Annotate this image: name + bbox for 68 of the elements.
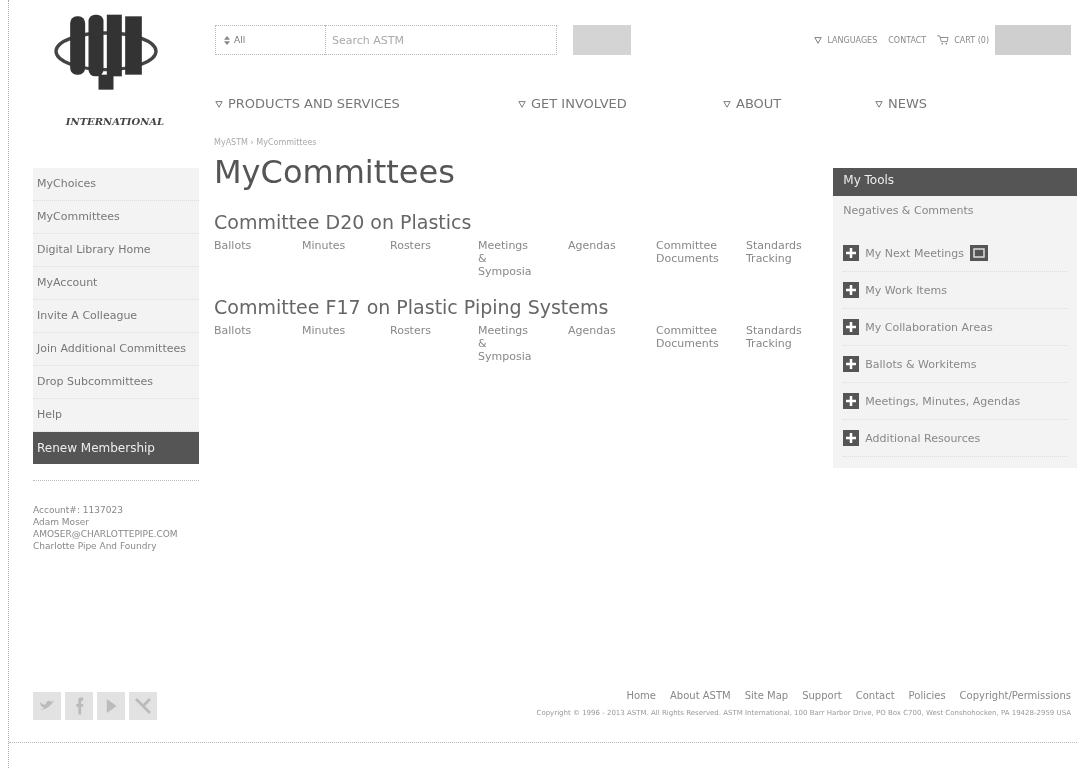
footer-link[interactable]: Site Map	[744, 690, 789, 701]
plus-icon[interactable]	[843, 393, 860, 409]
utility-link[interactable]: LANGUAGES	[827, 35, 878, 45]
tool-link[interactable]: Meetings, Minutes, Agendas	[865, 394, 1021, 408]
search-field[interactable]: Search ASTM	[325, 25, 557, 55]
utility-link[interactable]: CART (0)	[954, 35, 989, 45]
account-text: AMOSER@CHARLOTTEPIPE.COM	[33, 528, 179, 540]
committee-link[interactable]: Ballots	[214, 239, 302, 278]
committee-link[interactable]: Ballots	[214, 324, 302, 363]
sidebar-item[interactable]: Digital Library Home	[33, 234, 199, 267]
committee-link[interactable]: Agendas	[568, 324, 656, 363]
committee-link[interactable]: Minutes	[302, 239, 390, 278]
tool-link[interactable]: Negatives & Comments	[843, 204, 1067, 217]
caret-icon	[723, 99, 731, 108]
caret-icon	[215, 99, 223, 108]
renew-button[interactable]: Renew Membership	[33, 432, 199, 464]
page-title: MyCommittees	[214, 153, 456, 191]
tool-link[interactable]: Ballots & Workitems	[865, 357, 977, 371]
plus-icon[interactable]	[843, 430, 860, 446]
committee-title: Committee D20 on Plastics	[214, 211, 473, 233]
footer-link[interactable]: Home	[626, 690, 656, 701]
committee-link[interactable]: Minutes	[302, 324, 390, 363]
nav-link[interactable]: NEWS	[888, 96, 928, 111]
sort-arrows-icon	[224, 35, 230, 45]
committee-link[interactable]: Agendas	[568, 239, 656, 278]
plus-icon[interactable]	[843, 245, 860, 261]
sidebar-item[interactable]: MyCommittees	[33, 201, 199, 234]
sidebar-item[interactable]: MyAccount	[33, 267, 199, 300]
tool-link[interactable]: My Next Meetings	[865, 246, 964, 260]
account-text: Charlotte Pipe And Foundry	[33, 540, 158, 552]
caret-icon	[814, 36, 823, 44]
sidebar-item[interactable]: Invite A Colleague	[33, 300, 199, 333]
nav-link[interactable]: ABOUT	[736, 96, 782, 111]
cart-icon	[937, 35, 950, 45]
caret-icon	[875, 99, 883, 108]
sidebar-item[interactable]: Drop Subcommittees	[33, 366, 199, 399]
committee-link[interactable]: Meetings & Symposia	[478, 324, 530, 363]
calendar-icon[interactable]	[970, 245, 988, 261]
footer-link[interactable]: About ASTM	[670, 690, 731, 701]
utility-link[interactable]: CONTACT	[888, 35, 927, 45]
tool-link[interactable]: My Collaboration Areas	[865, 320, 993, 334]
tool-link[interactable]: Additional Resources	[865, 431, 981, 445]
committee-link[interactable]: Meetings & Symposia	[478, 239, 530, 278]
footer-link[interactable]: Policies	[908, 690, 946, 701]
tool-link[interactable]: My Work Items	[865, 283, 947, 297]
footer-link[interactable]: Copyright/Permissions	[959, 690, 1071, 701]
committee-link[interactable]: Rosters	[390, 239, 478, 278]
committee-link[interactable]: Standards Tracking	[746, 239, 818, 278]
committee-link[interactable]: Committee Documents	[656, 324, 746, 363]
caret-icon	[518, 99, 526, 108]
committee-link[interactable]: Committee Documents	[656, 239, 746, 278]
plus-icon[interactable]	[843, 282, 860, 298]
committee-link[interactable]: Standards Tracking	[746, 324, 818, 363]
committee-link[interactable]: Rosters	[390, 324, 478, 363]
breadcrumb: MyASTM › MyCommittees	[214, 138, 318, 147]
footer-link[interactable]: Support	[802, 690, 842, 701]
footer-link[interactable]: Contact	[855, 690, 895, 701]
sidebar-item[interactable]: MyChoices	[33, 168, 199, 201]
logo-text: INTERNATIONAL	[64, 116, 166, 127]
plus-icon[interactable]	[843, 356, 860, 372]
nav-link[interactable]: PRODUCTS AND SERVICES	[228, 96, 400, 111]
account-text: Adam Moser	[33, 516, 91, 528]
panel-header: My Tools	[833, 168, 1077, 196]
sidebar-item[interactable]: Join Additional Committees	[33, 333, 199, 366]
committee-title: Committee F17 on Plastic Piping Systems	[214, 296, 610, 318]
account-text: Account#: 1137023	[33, 504, 124, 516]
plus-icon[interactable]	[843, 319, 860, 335]
nav-link[interactable]: GET INVOLVED	[531, 96, 627, 111]
